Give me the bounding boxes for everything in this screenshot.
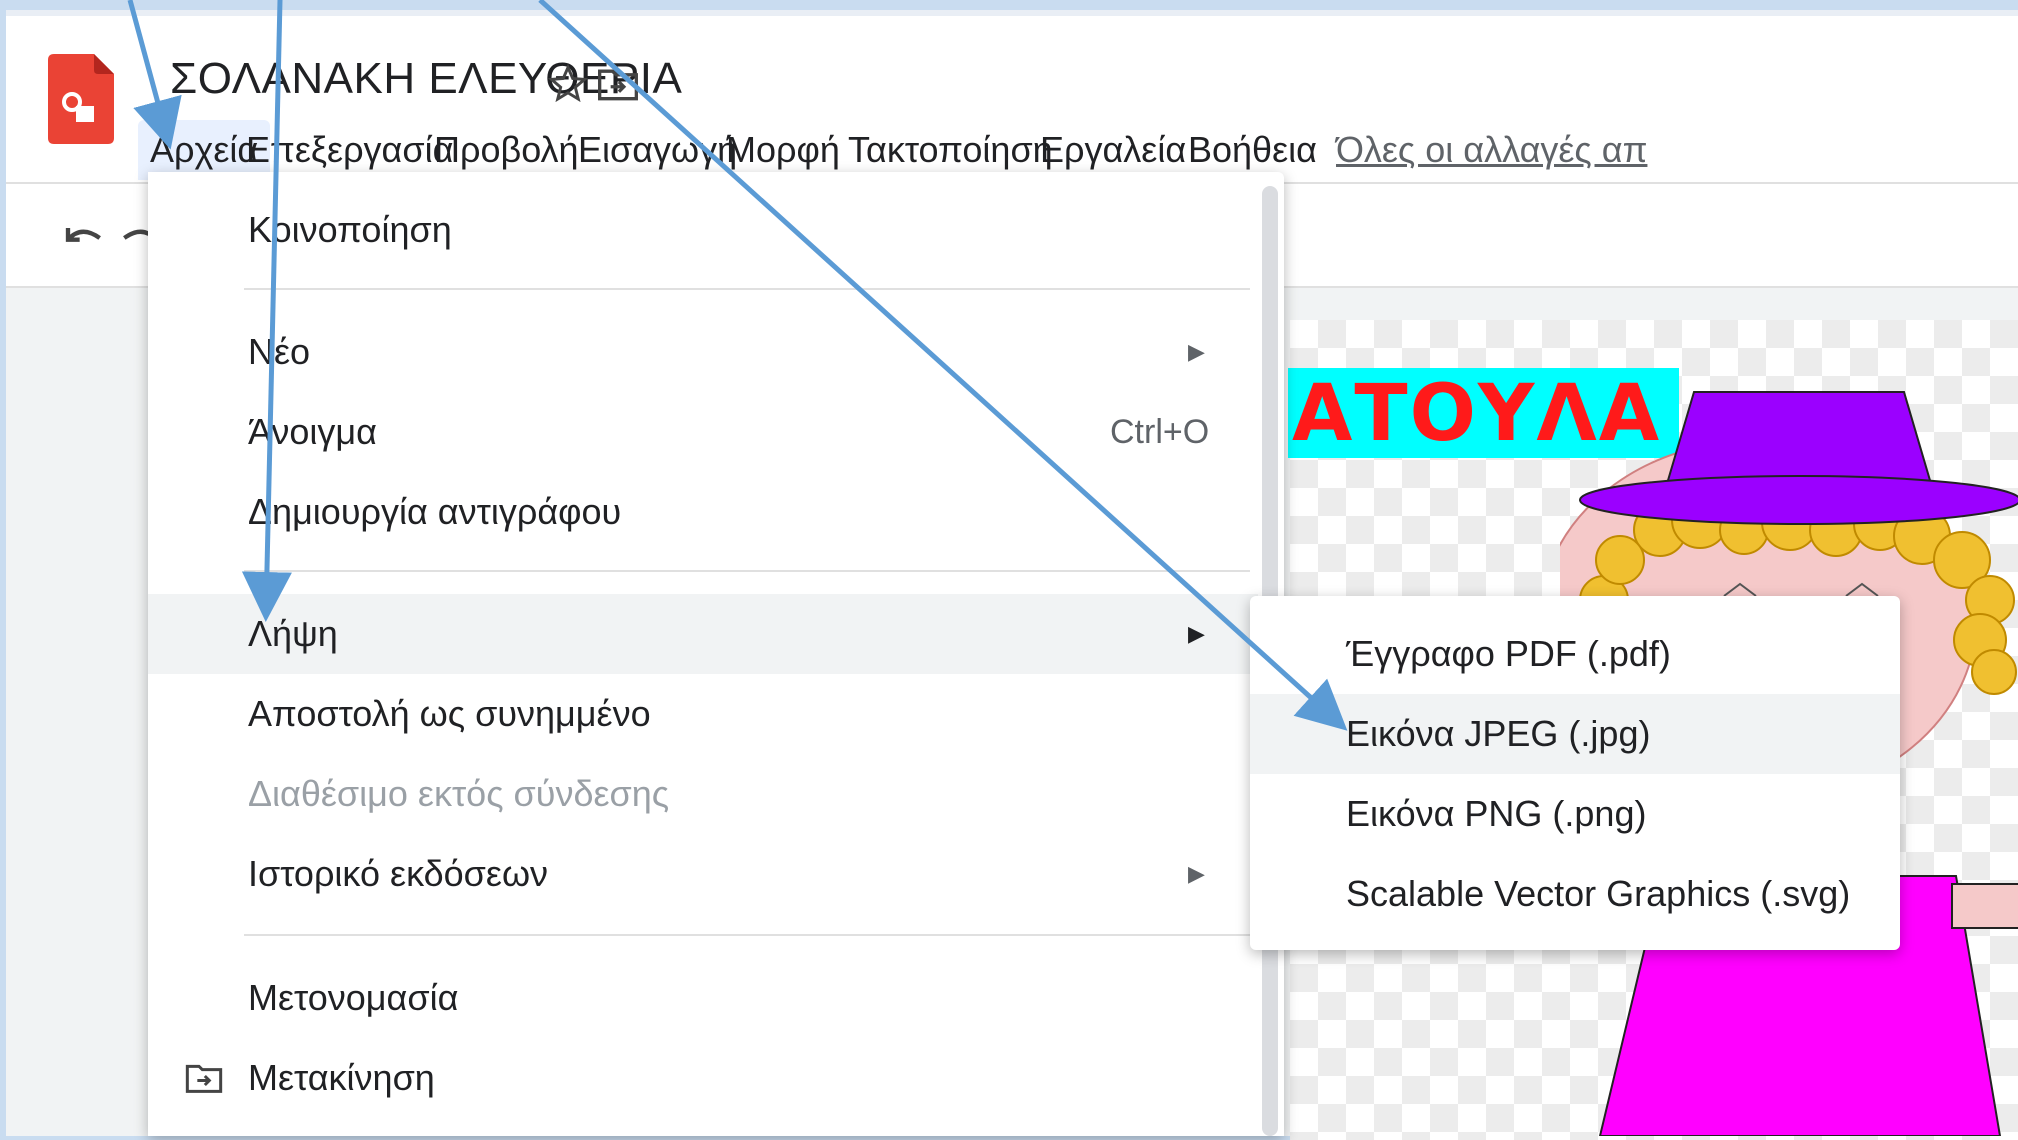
- download-svg-item[interactable]: Scalable Vector Graphics (.svg): [1250, 854, 1900, 934]
- menu-item-label: Ιστορικό εκδόσεων: [248, 853, 549, 894]
- menu-item-label: Scalable Vector Graphics (.svg): [1346, 873, 1851, 914]
- menu-separator: [244, 934, 1250, 936]
- star-icon[interactable]: [546, 62, 590, 106]
- menu-item-label: Μετακίνηση: [248, 1057, 435, 1098]
- move-to-folder-icon: [185, 1064, 223, 1093]
- menu-item-download[interactable]: Λήψη ▶: [148, 594, 1258, 674]
- menu-item-label: Αποστολή ως συνημμένο: [248, 693, 651, 734]
- menu-item-label: Εικόνα JPEG (.jpg): [1346, 713, 1651, 754]
- download-pdf-item[interactable]: Έγγραφο PDF (.pdf): [1250, 614, 1900, 694]
- submenu-arrow-icon: ▶: [1188, 621, 1205, 646]
- menu-item-label: Μετονομασία: [248, 977, 459, 1018]
- download-submenu: Έγγραφο PDF (.pdf) Εικόνα JPEG (.jpg) Ει…: [1250, 596, 1900, 950]
- menu-item-email-attachment[interactable]: Αποστολή ως συνημμένο: [148, 674, 1258, 754]
- slides-logo-icon[interactable]: [48, 54, 114, 144]
- undo-icon[interactable]: [58, 218, 108, 258]
- file-menu-dropdown: Κοινοποίηση Νέο ▶ Άνοιγμα Ctrl+O Δημιουρ…: [148, 172, 1284, 1136]
- menu-item-label: Νέο: [248, 331, 311, 372]
- menu-item-move[interactable]: Μετακίνηση: [148, 1038, 1258, 1118]
- menu-item-make-copy[interactable]: Δημιουργία αντιγράφου: [148, 472, 1258, 552]
- menu-item-label: Διαθέσιμο εκτός σύνδεσης: [248, 773, 670, 814]
- menu-item-rename[interactable]: Μετονομασία: [148, 958, 1258, 1038]
- menu-help[interactable]: Βοήθεια: [1176, 120, 1329, 180]
- menu-item-label: Κοινοποίηση: [248, 209, 452, 250]
- menu-separator: [244, 570, 1250, 572]
- menu-format[interactable]: Μορφή: [714, 120, 852, 180]
- top-strip: [6, 10, 2018, 16]
- submenu-arrow-icon: ▶: [1188, 861, 1205, 886]
- menu-item-label: Δημιουργία αντιγράφου: [248, 491, 622, 532]
- menu-item-label: Άνοιγμα: [248, 411, 377, 452]
- menu-item-label: Λήψη: [248, 613, 338, 654]
- menu-tools[interactable]: Εργαλεία: [1028, 120, 1198, 180]
- saved-status-link[interactable]: Όλες οι αλλαγές απ: [1324, 120, 1659, 180]
- download-jpg-item[interactable]: Εικόνα JPEG (.jpg): [1250, 694, 1900, 774]
- menu-item-version-history[interactable]: Ιστορικό εκδόσεων ▶: [148, 834, 1258, 914]
- menu-item-new[interactable]: Νέο ▶: [148, 312, 1258, 392]
- submenu-arrow-icon: ▶: [1188, 339, 1205, 364]
- download-png-item[interactable]: Εικόνα PNG (.png): [1250, 774, 1900, 854]
- menu-item-open[interactable]: Άνοιγμα Ctrl+O: [148, 392, 1258, 472]
- move-to-folder-icon[interactable]: [596, 62, 640, 106]
- menu-separator: [244, 288, 1250, 290]
- menu-item-label: Έγγραφο PDF (.pdf): [1346, 633, 1671, 674]
- menu-item-offline: Διαθέσιμο εκτός σύνδεσης: [148, 754, 1258, 834]
- shortcut-text: Ctrl+O: [1110, 413, 1210, 451]
- menu-item-label: Εικόνα PNG (.png): [1346, 793, 1647, 834]
- menu-item-share[interactable]: Κοινοποίηση: [148, 190, 1258, 270]
